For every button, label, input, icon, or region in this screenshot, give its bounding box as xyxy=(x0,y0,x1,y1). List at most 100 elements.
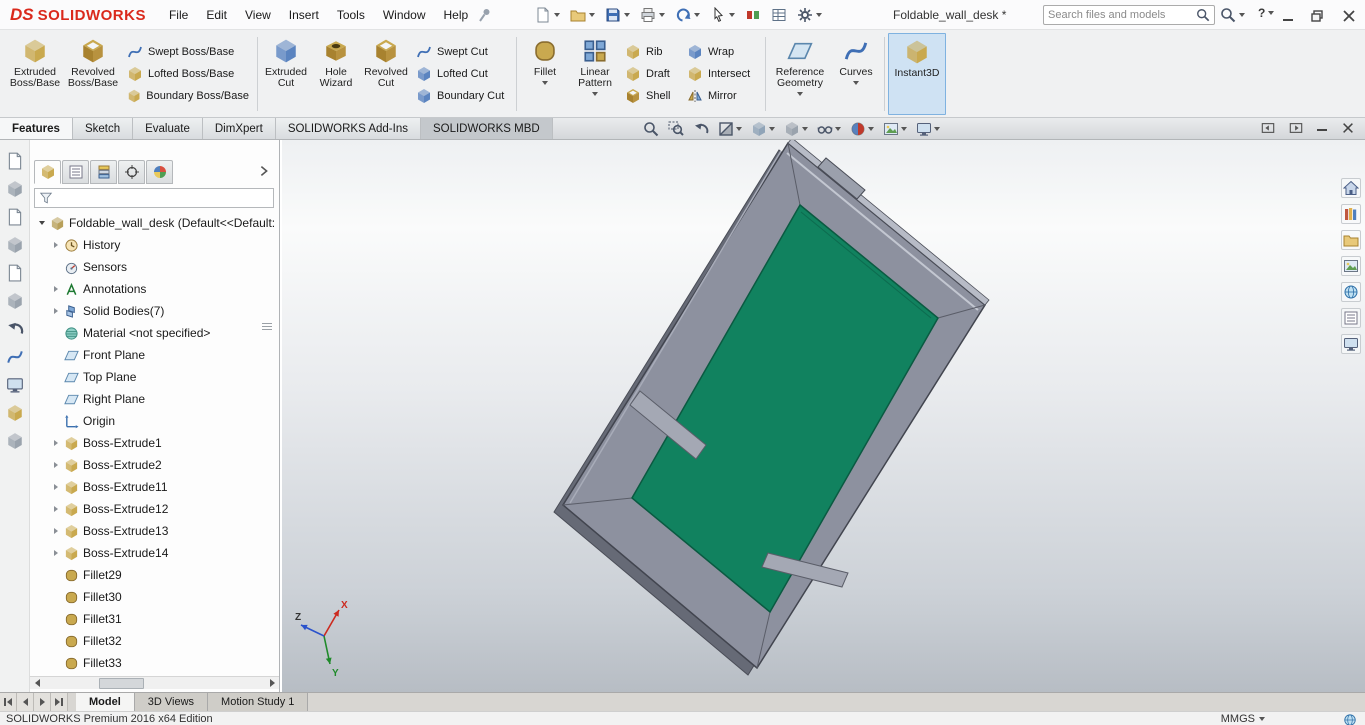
boundary-boss-base-button[interactable]: Boundary Boss/Base xyxy=(122,86,254,107)
scroll-right-button[interactable] xyxy=(265,677,279,690)
dropdown-caret-icon[interactable] xyxy=(853,81,859,85)
previous-view-button[interactable] xyxy=(692,120,710,138)
dropdown-caret-icon[interactable] xyxy=(554,12,561,17)
globe-icon[interactable] xyxy=(1343,713,1357,725)
featuremanager-tab[interactable] xyxy=(34,160,61,184)
displaymanager-tab[interactable] xyxy=(146,160,173,184)
help-button[interactable]: ? xyxy=(1258,6,1275,20)
view-settings-button[interactable] xyxy=(915,120,941,138)
revolved-cut-button[interactable]: Revolved Cut xyxy=(361,33,411,115)
swept-cut-button[interactable]: Swept Cut xyxy=(411,42,513,63)
menu-help[interactable]: Help xyxy=(435,3,478,27)
reference-geometry-button[interactable]: Reference Geometry xyxy=(769,33,831,115)
resources-home-tab[interactable] xyxy=(1341,178,1361,198)
configurationmanager-tab[interactable] xyxy=(90,160,117,184)
expand-arrow[interactable] xyxy=(50,432,62,454)
scroll-left-button[interactable] xyxy=(30,677,44,690)
tree-item-top-plane[interactable]: Top Plane xyxy=(30,366,278,388)
expand-arrow[interactable] xyxy=(50,542,62,564)
tree-item-fillet31[interactable]: Fillet31 xyxy=(30,608,278,630)
tree-item-sensors[interactable]: Sensors xyxy=(30,256,278,278)
pane-right-icon[interactable] xyxy=(1289,121,1303,135)
tree-item-boss-extrude1[interactable]: Boss-Extrude1 xyxy=(30,432,278,454)
dropdown-caret-icon[interactable] xyxy=(542,81,548,85)
print-button[interactable] xyxy=(636,5,669,25)
left-toolbar-part-icon[interactable] xyxy=(6,404,24,422)
draft-button[interactable]: Draft xyxy=(620,64,682,85)
dropdown-caret-icon[interactable] xyxy=(729,12,736,17)
expand-arrow[interactable] xyxy=(50,520,62,542)
menu-view[interactable]: View xyxy=(236,3,280,27)
pane-left-icon[interactable] xyxy=(1261,121,1275,135)
expand-arrow[interactable] xyxy=(50,498,62,520)
expand-arrow[interactable] xyxy=(36,212,48,234)
menu-file[interactable]: File xyxy=(160,3,197,27)
file-properties-button[interactable] xyxy=(767,5,791,25)
left-toolbar-doc-icon[interactable] xyxy=(6,264,24,282)
dropdown-caret-icon[interactable] xyxy=(592,92,598,96)
panel-splitter-grip[interactable] xyxy=(262,323,272,331)
restore-window-button[interactable] xyxy=(1309,8,1325,24)
section-view-button[interactable] xyxy=(717,120,743,138)
dropdown-caret-icon[interactable] xyxy=(736,127,742,131)
display-style-button[interactable] xyxy=(783,120,809,138)
dropdown-caret-icon[interactable] xyxy=(901,127,907,131)
tab-dimxpert[interactable]: DimXpert xyxy=(202,118,276,139)
left-toolbar-doc-icon[interactable] xyxy=(6,208,24,226)
expand-arrow[interactable] xyxy=(50,234,62,256)
tree-item-boss-extrude14[interactable]: Boss-Extrude14 xyxy=(30,542,278,564)
open-button[interactable] xyxy=(566,5,599,25)
expand-arrow[interactable] xyxy=(50,476,62,498)
dropdown-caret-icon[interactable] xyxy=(769,127,775,131)
scrollbar-track[interactable] xyxy=(44,677,265,690)
tree-item-material[interactable]: Material <not specified> xyxy=(30,322,278,344)
tab-features[interactable]: Features xyxy=(0,118,73,139)
options-button[interactable] xyxy=(793,5,826,25)
tree-horizontal-scrollbar[interactable] xyxy=(30,676,279,689)
dropdown-caret-icon[interactable] xyxy=(802,127,808,131)
previous-tab-button[interactable] xyxy=(17,693,34,711)
scrollbar-thumb[interactable] xyxy=(99,677,144,689)
tab-3d-views[interactable]: 3D Views xyxy=(134,693,209,711)
tree-item-fillet32[interactable]: Fillet32 xyxy=(30,630,278,652)
left-toolbar-cube-icon[interactable] xyxy=(6,180,24,198)
lofted-boss-base-button[interactable]: Lofted Boss/Base xyxy=(122,64,254,85)
swept-boss-base-button[interactable]: Swept Boss/Base xyxy=(122,42,254,63)
tab-sketch[interactable]: Sketch xyxy=(72,118,134,139)
tree-item-boss-extrude12[interactable]: Boss-Extrude12 xyxy=(30,498,278,520)
intersect-button[interactable]: Intersect xyxy=(682,64,762,85)
zoom-to-fit-button[interactable] xyxy=(642,120,660,138)
tab-motion-study-1[interactable]: Motion Study 1 xyxy=(208,693,309,711)
propertymanager-tab[interactable] xyxy=(62,160,89,184)
expand-panel-chevron-icon[interactable] xyxy=(257,164,271,178)
last-tab-button[interactable] xyxy=(51,693,68,711)
forum-tab[interactable] xyxy=(1341,334,1361,354)
dropdown-caret-icon[interactable] xyxy=(868,127,874,131)
tree-item-annotations[interactable]: Annotations xyxy=(30,278,278,300)
tree-item-history[interactable]: History xyxy=(30,234,278,256)
dropdown-caret-icon[interactable] xyxy=(659,12,666,17)
close-button[interactable] xyxy=(1341,8,1357,24)
boundary-cut-button[interactable]: Boundary Cut xyxy=(411,86,513,107)
left-toolbar-cube-icon[interactable] xyxy=(6,292,24,310)
tree-root-item[interactable]: Foldable_wall_desk (Default<<Default: xyxy=(30,212,278,234)
close-document-button[interactable] xyxy=(1341,121,1355,135)
dropdown-caret-icon[interactable] xyxy=(797,92,803,96)
instant3d-button[interactable]: Instant3D xyxy=(888,33,946,115)
dropdown-caret-icon[interactable] xyxy=(694,12,701,17)
undo-button[interactable] xyxy=(671,5,704,25)
curves-button[interactable]: Curves xyxy=(831,33,881,115)
units-selector[interactable]: MMGS xyxy=(1221,713,1265,725)
dropdown-caret-icon[interactable] xyxy=(816,12,823,17)
wrap-button[interactable]: Wrap xyxy=(682,42,762,63)
first-tab-button[interactable] xyxy=(0,693,17,711)
lofted-cut-button[interactable]: Lofted Cut xyxy=(411,64,513,85)
tree-item-boss-extrude2[interactable]: Boss-Extrude2 xyxy=(30,454,278,476)
menu-insert[interactable]: Insert xyxy=(280,3,328,27)
next-tab-button[interactable] xyxy=(34,693,51,711)
dropdown-caret-icon[interactable] xyxy=(1239,13,1245,17)
tab-solidworks-mbd[interactable]: SOLIDWORKS MBD xyxy=(420,118,553,139)
dropdown-caret-icon[interactable] xyxy=(589,12,596,17)
apply-scene-button[interactable] xyxy=(882,120,908,138)
extruded-boss-base-button[interactable]: Extruded Boss/Base xyxy=(6,33,64,115)
